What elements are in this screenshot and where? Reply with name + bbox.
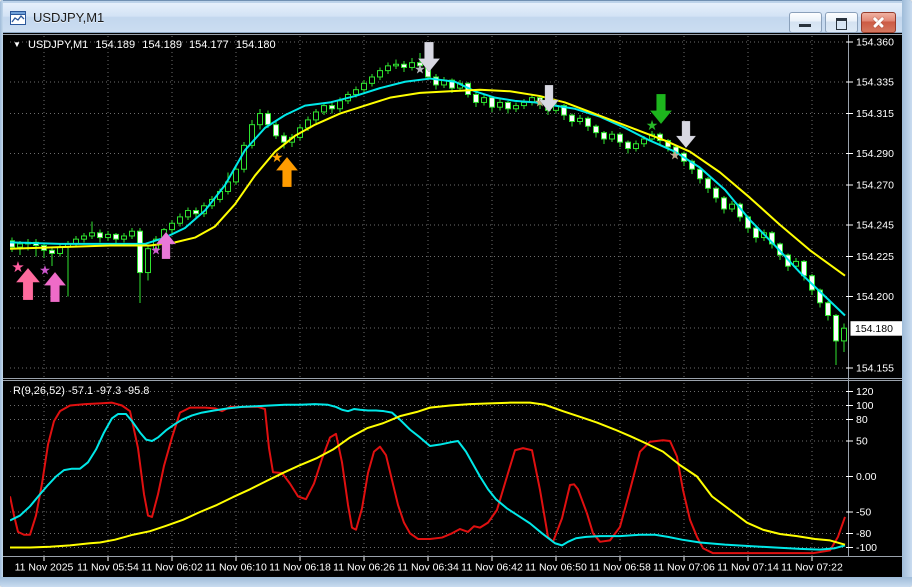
current-price-label: 154.180 (855, 323, 893, 335)
current-price-box: 154.180 (850, 321, 909, 336)
signal-star: ★ (646, 118, 659, 134)
minimize-button[interactable] (789, 12, 822, 33)
restore-icon (836, 18, 847, 30)
time-axis-label: 11 Nov 06:34 (397, 562, 459, 574)
price-axis-label: 154.200 (856, 291, 894, 303)
chart-icon (10, 10, 26, 25)
signal-star: ★ (669, 149, 681, 164)
price-axis-label: 154.360 (856, 37, 894, 49)
indicator-axis-label: -50 (856, 507, 871, 519)
ohlc-header: ▼ USDJPY,M1 154.189 154.189 154.177 154.… (13, 39, 280, 51)
indicator-axis-label: 80 (856, 414, 868, 426)
close-value: 154.180 (235, 39, 276, 51)
indicator-name: R(9,26,52) (13, 385, 65, 397)
minimize-icon (799, 24, 811, 27)
time-axis-label: 11 Nov 06:18 (269, 562, 331, 574)
indicator-values: -57.1 -97.3 -95.8 (68, 385, 150, 397)
chart-window: ★ ★ ★ ★ ★ ★ ★ ★ 154.360 154.335 154.315 154.290 154.… (0, 0, 912, 587)
signal-star: ★ (150, 244, 162, 259)
symbol-label: USDJPY,M1 (27, 39, 89, 51)
chevron-down-icon[interactable]: ▼ (13, 40, 21, 49)
indicator-axis-label: 100 (856, 400, 874, 412)
close-button[interactable] (861, 12, 896, 33)
time-axis-label: 11 Nov 06:26 (333, 562, 395, 574)
time-axis-label: 11 Nov 2025 (15, 562, 74, 574)
window-title: USDJPY,M1 (33, 10, 105, 25)
low-value: 154.177 (189, 39, 229, 51)
window-border-left (0, 0, 3, 587)
time-axis-label: 11 Nov 06:10 (205, 562, 267, 574)
open-value: 154.189 (95, 39, 136, 51)
high-value: 154.189 (142, 39, 182, 51)
plot-backgrounds[interactable] (3, 32, 902, 577)
price-axis-label: 154.335 (856, 76, 894, 88)
price-axis-label: 154.155 (856, 362, 894, 374)
time-axis-label: 11 Nov 07:06 (653, 562, 715, 574)
price-axis-label: 154.290 (856, 148, 894, 160)
time-axis-label: 11 Nov 07:14 (717, 562, 779, 574)
indicator-axis-label: 50 (856, 436, 868, 448)
time-axis-label: 11 Nov 06:58 (589, 562, 651, 574)
indicator-header: R(9,26,52) -57.1 -97.3 -95.8 (13, 385, 149, 397)
price-axis-label: 154.270 (856, 180, 894, 192)
chart-canvas[interactable]: ★ ★★★★★★★154.360154.335154.315154.290154.… (0, 0, 912, 587)
price-axis-label: 154.315 (856, 108, 894, 120)
indicator-axis-label: -80 (856, 528, 871, 540)
signal-star: ★ (11, 258, 24, 276)
price-axis-label: 154.245 (856, 219, 894, 231)
indicator-axis-label: 120 (856, 386, 874, 398)
restore-button[interactable] (825, 12, 858, 33)
window-border-right (902, 0, 912, 587)
signal-star: ★ (39, 264, 51, 279)
price-axis-label: 154.225 (856, 251, 894, 263)
indicator-axis-label: 0.00 (856, 471, 877, 483)
time-axis-label: 11 Nov 06:42 (461, 562, 523, 574)
time-axis-label: 11 Nov 05:54 (77, 562, 139, 574)
titlebar[interactable]: USDJPY,M1 (3, 3, 902, 33)
window-border-bottom (0, 577, 912, 587)
indicator-axis-label: -100 (856, 542, 877, 554)
time-axis-label: 11 Nov 06:50 (525, 562, 587, 574)
time-axis-label: 11 Nov 07:22 (781, 562, 843, 574)
time-axis-label: 11 Nov 06:02 (141, 562, 203, 574)
